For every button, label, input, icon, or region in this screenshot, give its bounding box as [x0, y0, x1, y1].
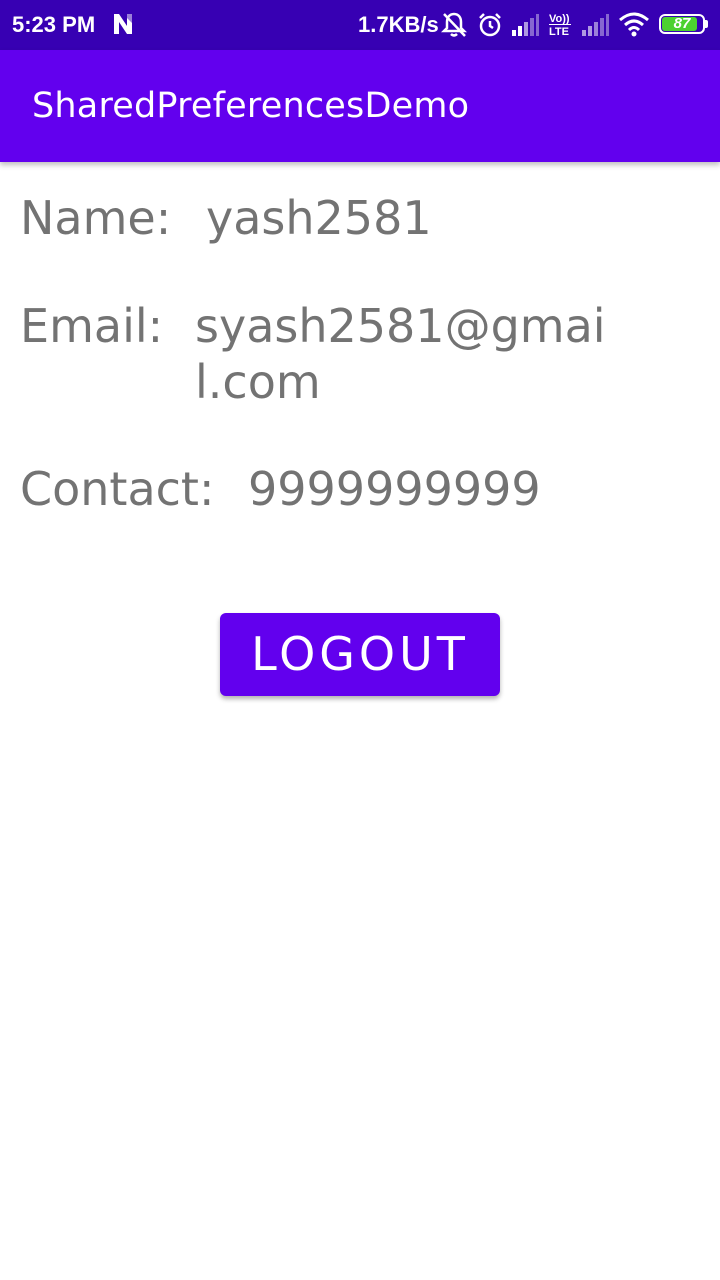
- status-bar: 5:23 PM 1.7KB/s Vo)) LTE 87: [0, 0, 720, 50]
- app-bar: SharedPreferencesDemo: [0, 50, 720, 162]
- network-speed: 1.7KB/s: [358, 12, 439, 37]
- wifi-icon: [619, 12, 649, 37]
- logout-button[interactable]: LOGOUT: [220, 613, 500, 696]
- volte-icon: Vo)) LTE: [549, 13, 571, 38]
- name-label: Name:: [20, 191, 172, 245]
- contact-value: 9999999999: [248, 462, 541, 516]
- signal-icon-2: [582, 14, 609, 36]
- signal-icon: [512, 14, 539, 36]
- n-notification-icon: [114, 14, 132, 34]
- battery-icon: 87: [659, 14, 705, 34]
- app-title: SharedPreferencesDemo: [32, 86, 470, 126]
- contact-label: Contact:: [20, 462, 215, 516]
- name-value: yash2581: [206, 191, 432, 245]
- email-label: Email:: [20, 299, 164, 353]
- alarm-icon: [479, 13, 501, 37]
- email-value: syash2581@gmail.com: [195, 299, 606, 409]
- battery-tip: [705, 20, 708, 28]
- svg-text:LTE: LTE: [549, 26, 569, 38]
- status-time: 5:23 PM: [12, 12, 96, 37]
- svg-text:Vo)): Vo)): [549, 13, 570, 25]
- mute-bell-icon: [440, 12, 468, 37]
- battery-level: 87: [673, 15, 691, 32]
